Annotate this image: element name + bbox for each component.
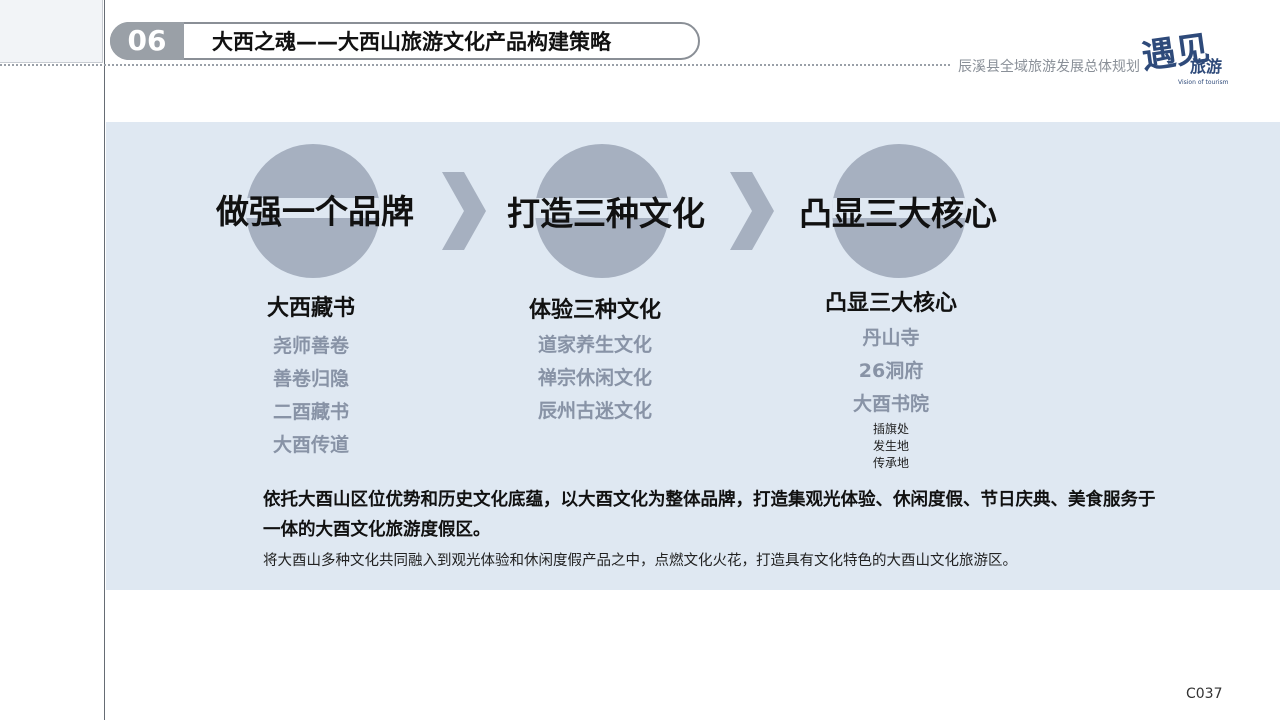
strategy-1-heading: 大西藏书 <box>266 296 355 321</box>
left-margin-block <box>0 0 103 63</box>
section-title: 大西之魂——大西山旅游文化产品构建策略 <box>212 30 611 54</box>
vertical-rule <box>104 0 105 720</box>
logo-text: 旅游 <box>1190 57 1222 76</box>
strategy-2-detail: 体验三种文化 道家养生文化 禅宗休闲文化 辰州古迷文化 <box>475 296 715 428</box>
vision-of-tourism-logo: 遇见 旅游 Vision of tourism <box>1140 28 1229 86</box>
summary-bold-text: 依托大酉山区位优势和历史文化底蕴，以大酉文化为整体品牌，打造集观光体验、休闲度假… <box>263 490 1156 540</box>
page-code: C037 <box>1186 686 1223 702</box>
strategy-1-item: 善卷归隐 <box>272 368 349 390</box>
strategy-2-item: 道家养生文化 <box>537 334 652 356</box>
strategy-3-item: 丹山寺 <box>862 327 920 349</box>
logo-tagline: Vision of tourism <box>1178 79 1229 86</box>
plan-title: 辰溪县全域旅游发展总体规划 <box>958 59 1140 75</box>
strategy-3-detail: 凸显三大核心 丹山寺 26洞府 大酉书院 插旗处 发生地 传承地 <box>771 289 1011 472</box>
strategy-2-item: 辰州古迷文化 <box>537 400 652 422</box>
strategy-3-item: 大酉书院 <box>852 393 929 415</box>
section-number-badge: 06 <box>110 22 184 60</box>
strategy-3-note: 插旗处 <box>872 422 909 436</box>
strategy-3-heading: 凸显三大核心 <box>824 291 957 316</box>
strategy-1-detail: 大西藏书 尧师善卷 善卷归隐 二酉藏书 大酉传道 <box>191 294 431 462</box>
strategy-1-item: 二酉藏书 <box>272 401 349 423</box>
header-dotted-rule <box>0 64 950 66</box>
strategy-2-title: 打造三种文化 <box>507 194 705 233</box>
strategy-2-item: 禅宗休闲文化 <box>537 367 652 389</box>
strategy-3-item: 26洞府 <box>858 360 924 382</box>
strategy-3-note: 传承地 <box>872 456 909 470</box>
strategy-1-title: 做强一个品牌 <box>216 192 414 231</box>
strategy-3-note: 发生地 <box>872 439 909 453</box>
strategy-1-item: 大酉传道 <box>272 434 349 456</box>
summary-normal-text: 将大酉山多种文化共同融入到观光体验和休闲度假产品之中，点燃文化火花，打造具有文化… <box>263 553 1017 569</box>
strategy-2-heading: 体验三种文化 <box>528 298 661 323</box>
strategy-3-title: 凸显三大核心 <box>799 194 997 233</box>
strategy-1-item: 尧师善卷 <box>272 335 349 357</box>
